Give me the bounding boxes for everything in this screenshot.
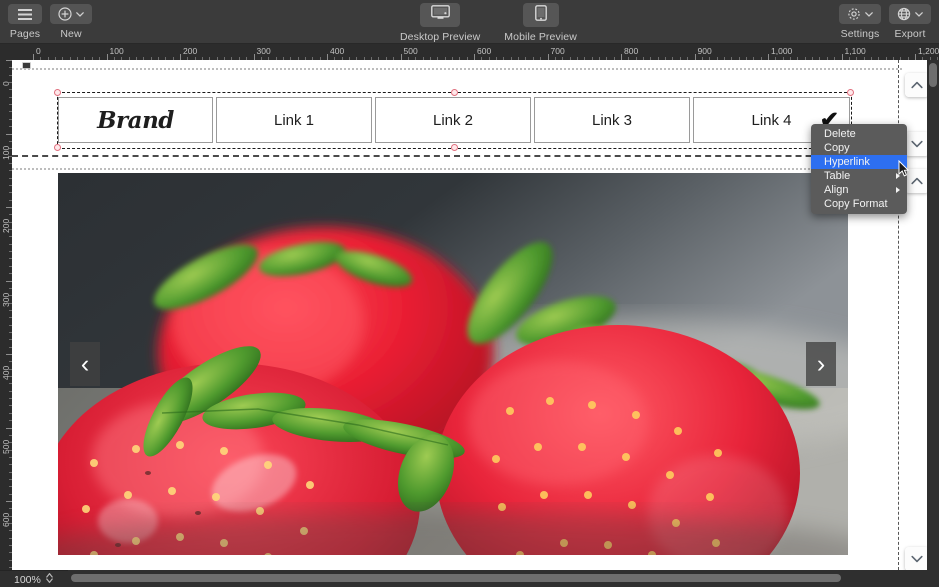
pages-label: Pages <box>9 27 41 40</box>
toolbar-left-group: Pages New <box>8 4 92 40</box>
ruler-label: 1,100 <box>844 46 866 56</box>
carousel-prev-label: ‹ <box>80 349 90 378</box>
horizontal-ruler[interactable]: 0 100 200 300 400 500 600 700 800 900 1,000 1,100 1,… <box>12 44 939 60</box>
settings-label: Settings <box>840 27 880 40</box>
desktop-preview-button[interactable]: Desktop Preview <box>400 3 480 43</box>
mouse-cursor <box>898 160 909 177</box>
ruler-label: 500 <box>403 46 418 56</box>
ruler-label: 700 <box>550 46 565 56</box>
design-canvas[interactable]: Brand Link 1 Link 2 Link 3 Link 4 ✔ ‹ › <box>12 60 927 570</box>
ruler-label: 100 <box>109 46 124 56</box>
context-menu-item-table[interactable]: Table <box>811 169 907 183</box>
move-section-up-button[interactable] <box>905 73 927 97</box>
chevron-down-icon <box>911 135 923 153</box>
ruler-label: 0 <box>36 46 41 56</box>
section-divider-1 <box>12 155 902 157</box>
main-toolbar: Pages New Desktop Preview Mobile Preview… <box>0 0 939 44</box>
settings-button[interactable]: Settings <box>839 4 881 40</box>
pages-icon <box>18 8 32 20</box>
move-section-down-button[interactable] <box>905 132 927 156</box>
ruler-label: 1,000 <box>771 46 793 56</box>
horizontal-scroll-thumb[interactable] <box>71 574 841 582</box>
carousel-next-button[interactable]: › <box>806 342 836 386</box>
desktop-preview-label: Desktop Preview <box>400 30 481 43</box>
export-button[interactable]: Export <box>889 4 931 40</box>
vertical-ruler[interactable]: 0100200300400500600700 <box>0 60 12 570</box>
plus-circle-icon <box>58 7 72 21</box>
guide-line-top <box>12 68 902 70</box>
toolbar-center-group: Desktop Preview Mobile Preview <box>400 3 577 43</box>
stepper-icon[interactable] <box>46 571 53 587</box>
context-menu-item-hyperlink[interactable]: Hyperlink <box>811 155 907 169</box>
mobile-preview-button[interactable]: Mobile Preview <box>504 3 577 43</box>
nav-cell-link-3-label: Link 3 <box>591 111 633 129</box>
desktop-monitor-icon <box>430 5 450 25</box>
nav-cell-link-1-label: Link 1 <box>273 111 315 129</box>
nav-cell-link-4-label: Link 4 <box>751 111 792 129</box>
ruler-label: 300 <box>256 46 271 56</box>
nav-cell-brand-label: Brand <box>97 106 174 134</box>
nav-cell-link-2[interactable]: Link 2 <box>375 97 531 143</box>
ruler-label: 600 <box>477 46 492 56</box>
move-section-down-button-2[interactable] <box>905 547 927 570</box>
submenu-arrow-icon <box>896 187 900 193</box>
vertical-scroll-thumb[interactable] <box>929 63 937 87</box>
chevron-up-icon <box>911 172 923 190</box>
app-window: Pages New Desktop Preview Mobile Preview… <box>0 0 939 587</box>
new-label: New <box>60 27 82 40</box>
context-menu-item-delete[interactable]: Delete <box>811 127 907 141</box>
context-menu-item-label: Copy Format <box>824 198 888 210</box>
mobile-preview-label: Mobile Preview <box>504 30 577 43</box>
globe-icon <box>897 7 911 21</box>
nav-table[interactable]: Brand Link 1 Link 2 Link 3 Link 4 ✔ <box>58 97 850 143</box>
ruler-label: 200 <box>183 46 198 56</box>
new-button[interactable]: New <box>50 4 92 40</box>
carousel-next-label: › <box>816 349 826 378</box>
ruler-label: 1,200 <box>918 46 939 56</box>
hero-image[interactable]: ‹ › <box>58 173 848 555</box>
context-menu-item-label: Align <box>824 184 849 196</box>
chevron-down-icon <box>865 11 873 17</box>
context-menu-item-copy-format[interactable]: Copy Format <box>811 197 907 211</box>
zoom-control[interactable]: 100% <box>12 571 57 587</box>
context-menu-item-label: Delete <box>824 128 856 140</box>
context-menu-item-align[interactable]: Align <box>811 183 907 197</box>
context-menu-item-label: Hyperlink <box>824 156 870 168</box>
chevron-down-icon <box>915 11 923 17</box>
context-menu-item-copy[interactable]: Copy <box>811 141 907 155</box>
toolbar-right-group: Settings Export <box>839 4 931 40</box>
status-bar: 100% <box>0 570 939 587</box>
page-body: Brand Link 1 Link 2 Link 3 Link 4 ✔ ‹ › <box>12 60 927 570</box>
ruler-label: 800 <box>624 46 639 56</box>
context-menu-item-label: Table <box>824 170 851 182</box>
nav-cell-link-1[interactable]: Link 1 <box>216 97 372 143</box>
chevron-down-icon <box>911 550 923 568</box>
gear-icon <box>847 7 861 21</box>
pages-button[interactable]: Pages <box>8 4 42 40</box>
ruler-label: 400 <box>330 46 345 56</box>
strawberries-photo <box>58 173 848 555</box>
nav-cell-brand[interactable]: Brand <box>58 97 213 143</box>
guide-line-mid <box>12 168 902 170</box>
chevron-up-icon <box>911 76 923 94</box>
export-label: Export <box>894 27 926 40</box>
vertical-scrollbar[interactable] <box>927 60 939 570</box>
mobile-phone-icon <box>534 4 547 26</box>
ruler-corner <box>0 44 12 60</box>
nav-cell-link-3[interactable]: Link 3 <box>534 97 690 143</box>
context-menu[interactable]: Delete Copy Hyperlink Table Align Copy Format <box>811 124 907 214</box>
chevron-down-icon <box>76 11 84 17</box>
ruler-label: 900 <box>697 46 712 56</box>
nav-cell-link-2-label: Link 2 <box>432 111 474 129</box>
context-menu-item-label: Copy <box>824 142 850 154</box>
zoom-value: 100% <box>14 573 41 586</box>
carousel-prev-button[interactable]: ‹ <box>70 342 100 386</box>
horizontal-scrollbar[interactable] <box>68 570 939 587</box>
